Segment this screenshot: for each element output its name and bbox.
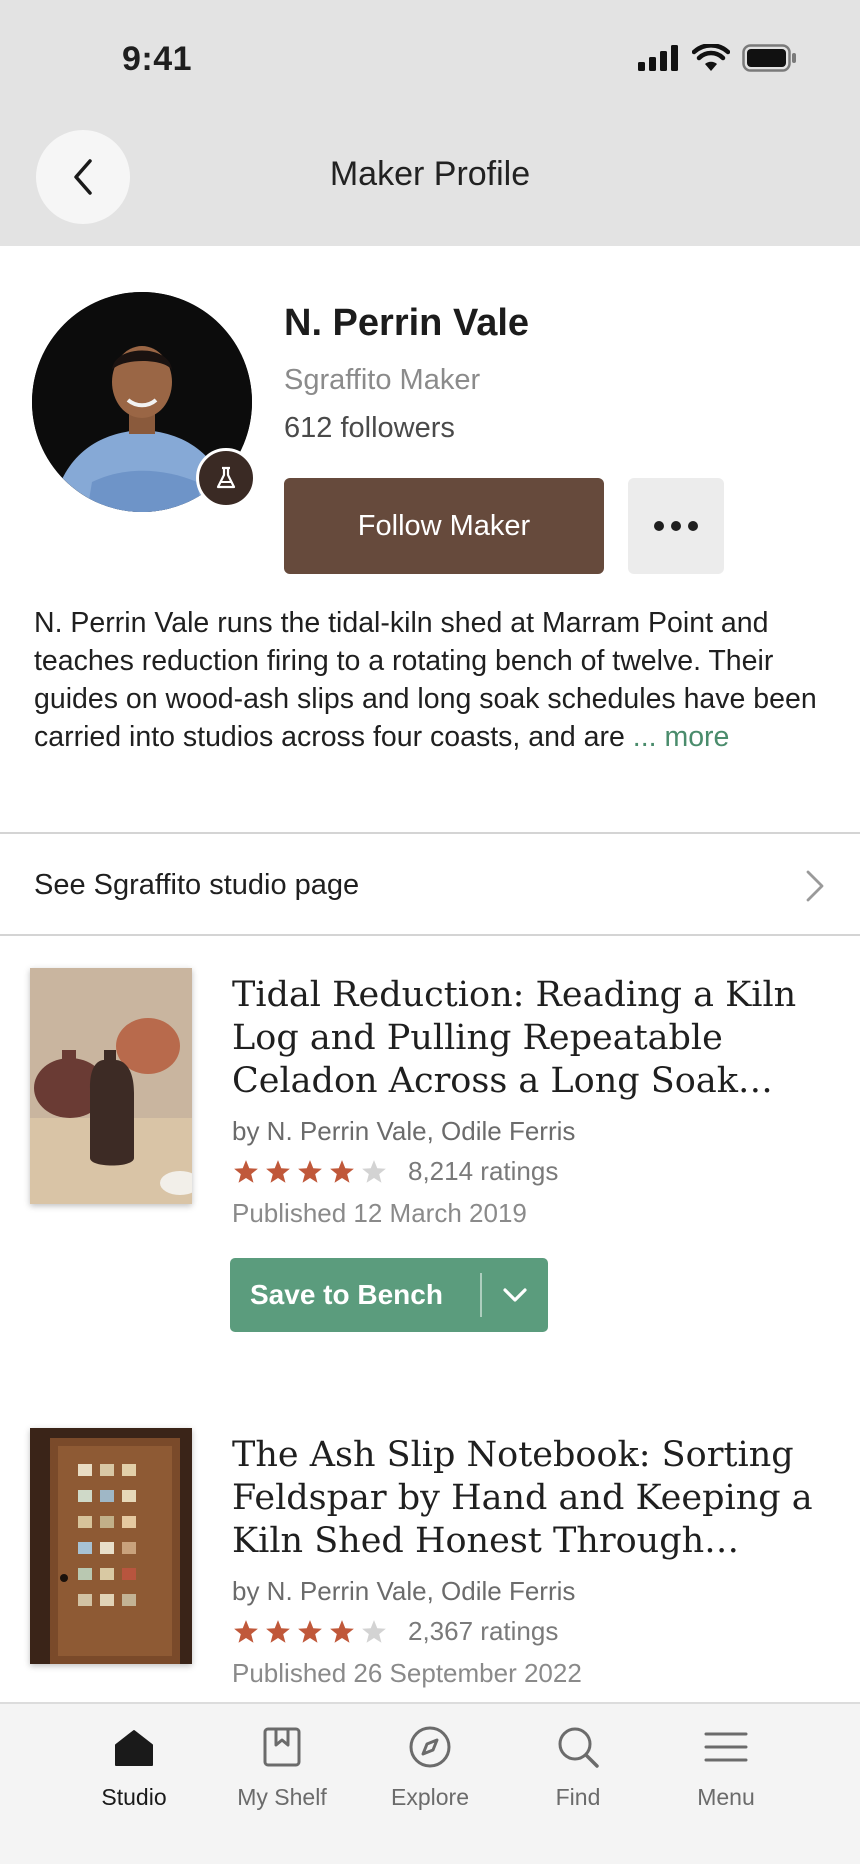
star-filled-icon (266, 1159, 290, 1183)
compass-icon (408, 1718, 452, 1776)
maker-role: Sgraffito Maker (284, 364, 481, 396)
tab-menu[interactable]: Menu (652, 1718, 800, 1811)
page-title: Maker Profile (329, 155, 531, 193)
star-filled-icon (330, 1619, 354, 1643)
published-date: Published 12 March 2019 (232, 1198, 527, 1228)
save-options-dropdown[interactable] (482, 1287, 548, 1303)
maker-bio: N. Perrin Vale runs the tidal-kiln shed … (34, 604, 824, 756)
book-rating: 2,367 ratings (232, 1616, 558, 1647)
tab-label: Find (555, 1784, 601, 1810)
tab-explore[interactable]: Explore (356, 1718, 504, 1811)
chevron-right-icon (806, 870, 824, 902)
tab-label: My Shelf (237, 1784, 327, 1810)
tab-label: Explore (391, 1784, 469, 1810)
menu-icon (704, 1718, 748, 1776)
bio-more-link[interactable]: ... more (633, 721, 730, 753)
status-icons (638, 44, 798, 72)
more-options-button[interactable] (628, 478, 724, 574)
studio-page-link[interactable]: See Sgraffito studio page (0, 834, 860, 936)
star-empty-icon (362, 1619, 386, 1643)
ellipsis-dot (671, 521, 681, 531)
star-filled-icon (234, 1159, 258, 1183)
tab-label: Menu (697, 1784, 755, 1810)
save-to-bench-button[interactable]: Save to Bench (230, 1258, 548, 1332)
bottom-tab-bar: Studio My Shelf Explore Find Menu (0, 1702, 860, 1864)
ellipsis-dot (688, 521, 698, 531)
book-authors: by N. Perrin Vale, Odile Ferris (232, 1576, 576, 1606)
star-filled-icon (298, 1159, 322, 1183)
star-filled-icon (266, 1619, 290, 1643)
tab-studio[interactable]: Studio (60, 1718, 208, 1811)
book-rating: 8,214 ratings (232, 1156, 558, 1187)
studio-page-link-label: See Sgraffito studio page (34, 868, 360, 901)
flask-icon (216, 466, 236, 489)
ellipsis-dot (654, 521, 664, 531)
follower-count: 612 followers (284, 412, 455, 444)
tab-label: Studio (101, 1784, 167, 1810)
cellular-signal-icon (638, 45, 678, 71)
maker-badge (196, 448, 256, 508)
divider (0, 934, 860, 936)
status-time: 9:41 (122, 40, 193, 78)
star-filled-icon (298, 1619, 322, 1643)
battery-icon (742, 44, 796, 72)
bookmark-book-icon (262, 1718, 302, 1776)
maker-name: N. Perrin Vale (284, 302, 530, 344)
star-filled-icon (234, 1619, 258, 1643)
search-icon (556, 1718, 600, 1776)
book-title[interactable]: The Ash Slip Notebook: Sorting Feldspar … (232, 1434, 832, 1563)
published-date: Published 26 September 2022 (232, 1658, 582, 1688)
ratings-count: 8,214 ratings (408, 1156, 559, 1186)
tab-my-shelf[interactable]: My Shelf (208, 1718, 356, 1811)
book-cover[interactable] (30, 1428, 192, 1664)
home-icon (112, 1718, 156, 1776)
book-authors: by N. Perrin Vale, Odile Ferris (232, 1116, 576, 1146)
tab-find[interactable]: Find (504, 1718, 652, 1811)
follow-maker-button[interactable]: Follow Maker (284, 478, 604, 574)
star-filled-icon (330, 1159, 354, 1183)
star-empty-icon (362, 1159, 386, 1183)
wifi-icon (692, 44, 730, 71)
save-to-bench-label: Save to Bench (250, 1279, 443, 1310)
chevron-down-icon (503, 1288, 527, 1302)
top-bar: 9:41 Maker Profile (0, 0, 860, 246)
ratings-count: 2,367 ratings (408, 1616, 559, 1646)
book-cover[interactable] (30, 968, 192, 1204)
book-title[interactable]: Tidal Reduction: Reading a Kiln Log and … (232, 974, 832, 1103)
